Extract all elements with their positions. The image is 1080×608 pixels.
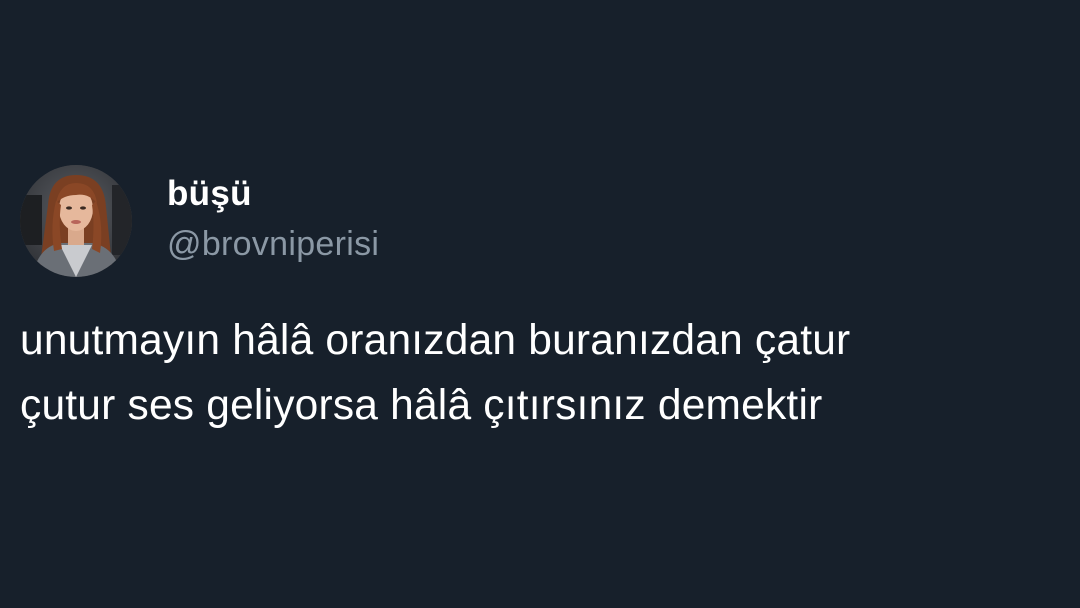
tweet-text: unutmayın hâlâ oranızdan buranızdan çatu… <box>20 308 1060 438</box>
tweet-text-line: çutur ses geliyorsa hâlâ çıtırsınız deme… <box>20 382 823 429</box>
tweet-text-line: unutmayın hâlâ oranızdan buranızdan çatu… <box>20 317 851 364</box>
avatar[interactable] <box>20 165 132 277</box>
avatar-photo <box>20 165 132 277</box>
display-name[interactable]: büşü <box>167 174 379 214</box>
tweet-header: büşü @brovniperisi <box>20 164 379 278</box>
user-handle[interactable]: @brovniperisi <box>167 224 379 264</box>
user-names: büşü @brovniperisi <box>167 174 379 264</box>
tweet-card: büşü @brovniperisi unutmayın hâlâ oranız… <box>0 0 1080 608</box>
